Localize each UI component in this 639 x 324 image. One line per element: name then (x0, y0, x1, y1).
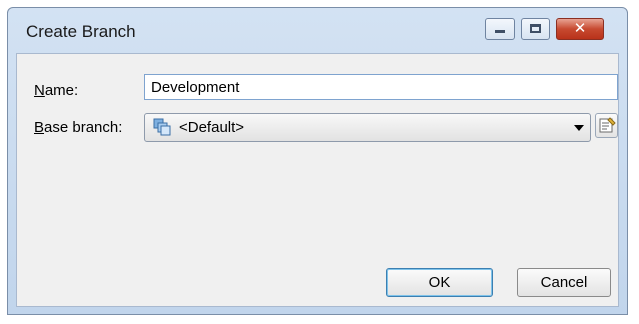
name-label-text: ame: (44, 82, 79, 99)
base-branch-label-text: ase branch: (44, 119, 123, 136)
dialog-body: Name: Base branch: <Default> (16, 53, 619, 307)
close-button[interactable]: ✕ (556, 18, 604, 40)
branch-icon (153, 118, 171, 136)
maximize-button[interactable] (521, 18, 550, 40)
maximize-icon (530, 24, 541, 33)
name-input[interactable] (144, 74, 618, 100)
base-branch-label-accelerator: B (34, 119, 45, 136)
close-icon: ✕ (573, 20, 587, 37)
base-branch-value: <Default> (179, 119, 245, 136)
ok-button[interactable]: OK (386, 268, 493, 297)
base-branch-select[interactable]: <Default> (144, 113, 591, 142)
cancel-button[interactable]: Cancel (517, 268, 611, 297)
branch-properties-button[interactable] (595, 113, 618, 138)
name-label: Name: (34, 82, 78, 99)
dialog-title: Create Branch (26, 22, 136, 41)
minimize-button[interactable] (485, 18, 515, 40)
title-bar[interactable]: Create Branch ✕ (8, 8, 627, 53)
minimize-icon (495, 30, 505, 33)
chevron-down-icon[interactable] (574, 125, 584, 131)
create-branch-dialog: Create Branch ✕ Name: Base branch: <Defa… (7, 7, 628, 315)
base-branch-label: Base branch: (34, 119, 122, 136)
name-label-accelerator: N (34, 82, 45, 99)
